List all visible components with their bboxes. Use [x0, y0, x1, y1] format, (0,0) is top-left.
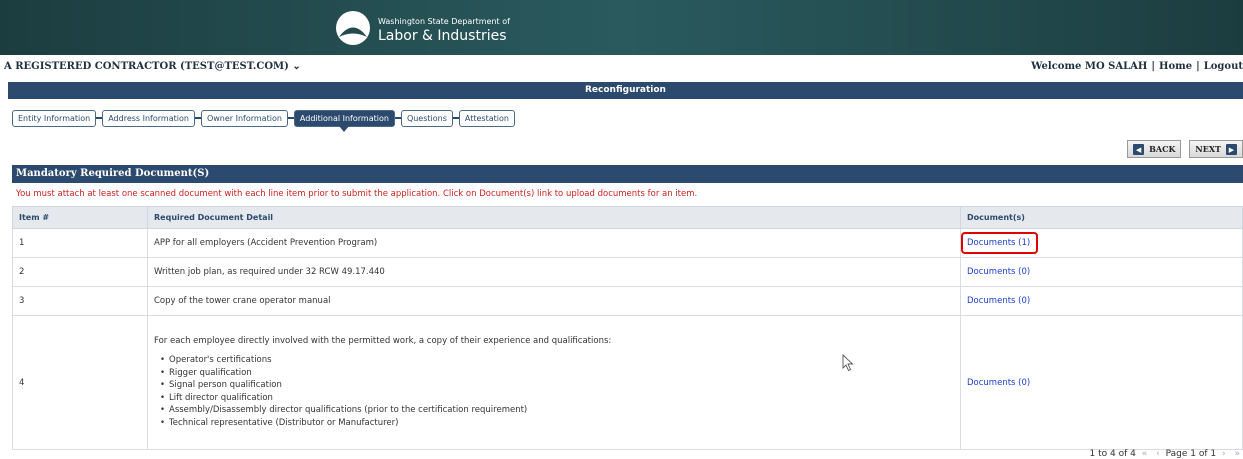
step-attestation[interactable]: Attestation [458, 109, 515, 127]
documents-link[interactable]: Documents (0) [967, 267, 1030, 277]
table-row: 2 Written job plan, as required under 32… [12, 257, 1243, 287]
account-dropdown[interactable]: A REGISTERED CONTRACTOR (TEST@TEST.COM) … [4, 61, 301, 72]
dept-name-line2: Labor & Industries [378, 28, 507, 44]
section-title: Mandatory Required Document(S) [12, 165, 1243, 183]
account-name: A REGISTERED CONTRACTOR [4, 61, 177, 72]
next-button[interactable]: NEXT ▶ [1189, 140, 1243, 158]
documents-cell: Documents (1) [960, 228, 1243, 258]
page-title: Reconfiguration [8, 82, 1243, 99]
document-detail: APP for all employers (Accident Preventi… [147, 228, 961, 258]
back-label: BACK [1149, 144, 1176, 154]
column-header-documents: Document(s) [960, 206, 1243, 229]
back-button[interactable]: ◀ BACK [1127, 140, 1182, 158]
item-number: 1 [12, 228, 148, 258]
mouse-pointer-icon [842, 353, 854, 372]
step-entity-information[interactable]: Entity Information [12, 109, 97, 127]
documents-cell: Documents (0) [960, 286, 1243, 316]
documents-link[interactable]: Documents (0) [967, 296, 1030, 306]
dept-name-line1: Washington State Department of [378, 17, 510, 26]
step-address-information[interactable]: Address Information [102, 109, 195, 127]
item-number: 3 [12, 286, 148, 316]
document-detail: Copy of the tower crane operator manual [147, 286, 961, 316]
wizard-steps: Entity Information Address Information O… [12, 108, 515, 132]
step-additional-information[interactable]: Additional Information [293, 109, 395, 132]
list-item: Signal person qualification [168, 379, 954, 392]
list-item: Lift director qualification [168, 392, 954, 405]
table-row: 4 For each employee directly involved wi… [12, 315, 1243, 450]
next-label: NEXT [1195, 144, 1221, 154]
step-questions[interactable]: Questions [400, 109, 453, 127]
header-banner: Washington State Department of Labor & I… [0, 0, 1243, 55]
column-header-detail: Required Document Detail [147, 206, 961, 229]
detail-intro-text: For each employee directly involved with… [154, 336, 612, 346]
documents-link[interactable]: Documents (0) [967, 378, 1030, 388]
upload-instruction: You must attach at least one scanned doc… [16, 189, 698, 199]
documents-cell: Documents (0) [960, 315, 1243, 450]
list-item: Technical representative (Distributor or… [168, 417, 954, 430]
welcome-text: Welcome MO SALAH [1031, 61, 1148, 72]
item-number: 2 [12, 257, 148, 287]
step-connector [452, 117, 459, 119]
required-documents-table: Item # Required Document Detail Document… [12, 206, 1243, 450]
documents-link[interactable]: Documents (1) [967, 238, 1030, 248]
qualification-list: Operator's certifications Rigger qualifi… [154, 354, 954, 429]
washington-lni-logo-icon[interactable] [335, 10, 371, 46]
list-item: Assembly/Disassembly director qualificat… [168, 404, 954, 417]
logout-link[interactable]: Logout [1204, 61, 1243, 72]
item-number: 4 [12, 315, 148, 450]
user-links: Welcome MO SALAH | Home | Logout [1031, 61, 1243, 72]
document-detail: Written job plan, as required under 32 R… [147, 257, 961, 287]
table-row: 1 APP for all employers (Accident Preven… [12, 228, 1243, 258]
documents-cell: Documents (0) [960, 257, 1243, 287]
chevron-left-icon: ◀ [1133, 143, 1145, 155]
nav-buttons: ◀ BACK NEXT ▶ [1119, 140, 1243, 158]
step-owner-information[interactable]: Owner Information [200, 109, 288, 127]
chevron-right-icon: ▶ [1226, 143, 1237, 155]
list-item: Operator's certifications [168, 354, 954, 367]
account-email: (TEST@TEST.COM) [180, 61, 289, 72]
highlight-box: Documents (1) [961, 232, 1039, 254]
column-header-item: Item # [12, 206, 148, 229]
chevron-down-icon: ⌄ [292, 61, 301, 72]
document-detail: For each employee directly involved with… [147, 315, 961, 450]
home-link[interactable]: Home [1159, 61, 1192, 72]
list-item: Rigger qualification [168, 367, 954, 380]
table-row: 3 Copy of the tower crane operator manua… [12, 286, 1243, 316]
user-bar: A REGISTERED CONTRACTOR (TEST@TEST.COM) … [0, 59, 1243, 77]
table-header-row: Item # Required Document Detail Document… [12, 206, 1243, 229]
